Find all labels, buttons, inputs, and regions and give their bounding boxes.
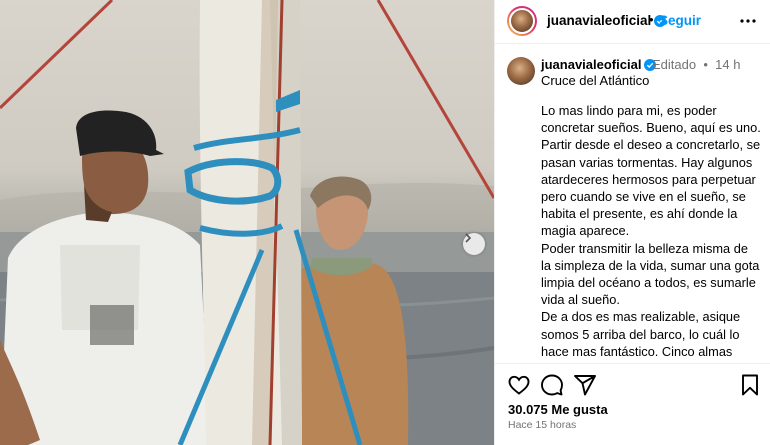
post-caption: juanavialeoficial Editado • 14 h Cruce d…	[495, 45, 770, 363]
chevron-right-icon	[465, 233, 472, 243]
bookmark-icon[interactable]	[738, 373, 762, 397]
follow-button[interactable]: Seguir	[659, 13, 701, 28]
likes-count[interactable]: 30.075 Me gusta	[508, 402, 608, 417]
post-photo[interactable]	[0, 0, 494, 445]
author-avatar[interactable]	[507, 6, 537, 36]
heart-icon[interactable]	[507, 373, 531, 397]
post-header: juanavialeoficial • Seguir	[495, 0, 770, 44]
post-age[interactable]: 14 h	[715, 57, 740, 72]
caption-paragraph: De a dos es mas realizable, asique somos…	[541, 309, 744, 363]
caption-paragraph: Poder transmitir la belleza misma de la …	[541, 240, 760, 308]
sailboat-scene	[0, 0, 494, 445]
post-actions: 30.075 Me gusta Hace 15 horas	[495, 363, 770, 445]
separator-dot: •	[649, 12, 654, 27]
more-options-icon[interactable]	[738, 12, 758, 30]
meta-dot: •	[699, 57, 712, 72]
post-side-panel: juanavialeoficial • Seguir juanavialeofi…	[494, 0, 770, 445]
paper-plane-icon[interactable]	[573, 373, 597, 397]
caption-body: Lo mas lindo para mi, es poder concretar…	[541, 102, 761, 363]
caption-meta: Editado • 14 h	[652, 57, 740, 72]
caption-username[interactable]: juanavialeoficial	[541, 57, 657, 72]
next-photo-button[interactable]	[463, 233, 485, 255]
comment-icon[interactable]	[540, 373, 564, 397]
edited-label: Editado	[652, 57, 697, 72]
caption-paragraph: Lo mas lindo para mi, es poder concretar…	[541, 103, 761, 239]
caption-title: Cruce del Atlántico	[541, 73, 650, 88]
post-timestamp[interactable]: Hace 15 horas	[508, 419, 576, 431]
caption-avatar[interactable]	[507, 57, 535, 85]
